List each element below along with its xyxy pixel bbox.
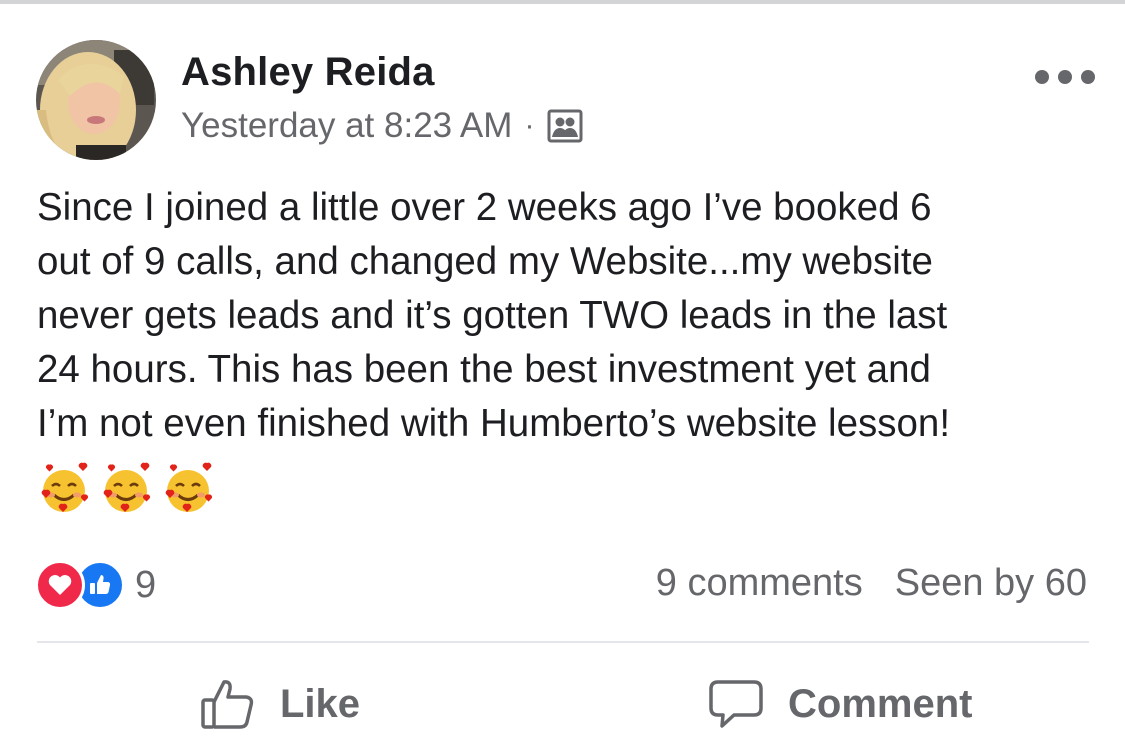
reactions-summary[interactable]: 9 <box>35 560 156 610</box>
love-reaction-icon <box>35 560 85 610</box>
top-divider <box>0 0 1125 4</box>
smiling-face-with-hearts-emoji <box>103 462 150 512</box>
more-dot <box>1081 70 1095 84</box>
avatar[interactable] <box>36 40 156 160</box>
seen-by-count[interactable]: Seen by 60 <box>895 562 1087 605</box>
comment-button[interactable]: Comment <box>708 672 972 736</box>
emoji-row <box>37 462 215 516</box>
comment-bubble-icon <box>709 680 763 728</box>
smiling-face-with-hearts-emoji <box>165 462 212 512</box>
more-dot <box>1058 70 1072 84</box>
more-dot <box>1035 70 1049 84</box>
post-timestamp[interactable]: Yesterday at 8:23 AM <box>181 106 512 146</box>
post-stats: 9 comments Seen by 60 <box>656 562 1087 605</box>
like-button[interactable]: Like <box>200 672 360 736</box>
like-label: Like <box>280 681 361 726</box>
meta-separator: · <box>524 109 535 142</box>
author-name[interactable]: Ashley Reida <box>181 50 435 95</box>
group-audience-icon <box>546 107 584 145</box>
smiling-face-with-hearts-emoji <box>41 462 88 512</box>
reaction-count: 9 <box>135 563 157 606</box>
post-meta: Yesterday at 8:23 AM · <box>181 104 584 148</box>
thumbs-up-icon <box>201 680 254 729</box>
comments-count[interactable]: 9 comments <box>656 562 863 605</box>
post-text: Since I joined a little over 2 weeks ago… <box>37 186 951 445</box>
comment-label: Comment <box>788 681 973 726</box>
more-options-button[interactable] <box>1035 64 1095 90</box>
actions-divider <box>37 641 1089 643</box>
